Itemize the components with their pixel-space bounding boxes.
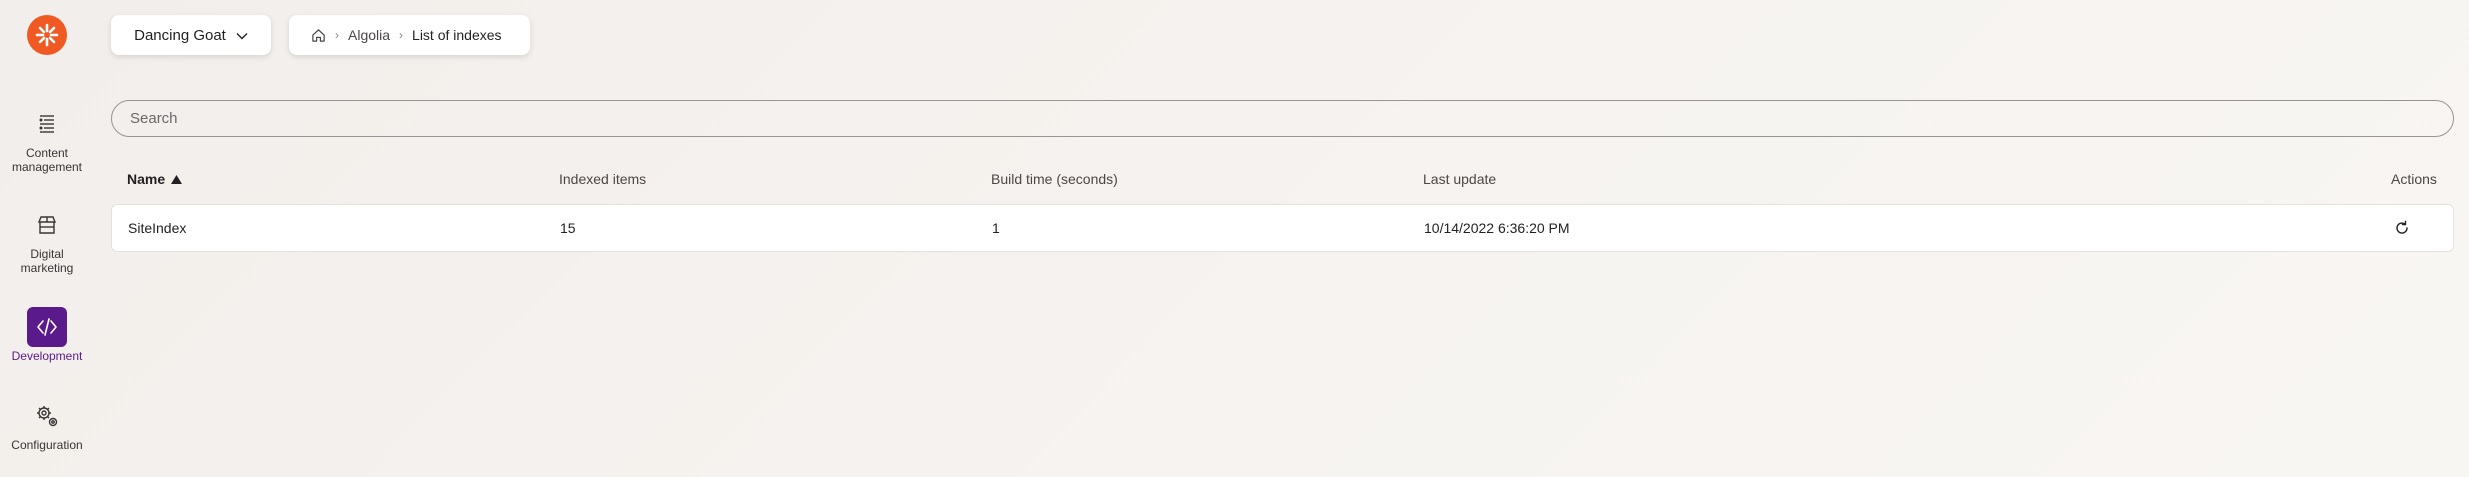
navigation-rail: Content management Digital marketing Dev… xyxy=(0,0,94,477)
rail-item-label: Content xyxy=(25,146,69,160)
site-name: Dancing Goat xyxy=(134,26,226,44)
cell-build-time: 1 xyxy=(992,220,1000,236)
cell-name: SiteIndex xyxy=(128,220,187,236)
home-icon[interactable] xyxy=(311,28,326,43)
breadcrumb-separator-icon: › xyxy=(335,28,339,42)
rail-item-label: Digital xyxy=(30,247,64,261)
cell-indexed-items: 15 xyxy=(560,220,576,236)
rail-item-label: marketing xyxy=(20,261,74,275)
breadcrumb: › Algolia › List of indexes xyxy=(289,15,530,55)
column-header-build-time: Build time (seconds) xyxy=(991,171,1118,187)
search-input[interactable] xyxy=(111,100,2454,137)
refresh-icon[interactable] xyxy=(2391,217,2413,239)
column-header-name[interactable]: Name xyxy=(127,171,183,187)
store-icon xyxy=(27,205,67,245)
rail-item-development[interactable]: Development xyxy=(0,307,94,363)
breadcrumb-item-algolia[interactable]: Algolia xyxy=(348,27,390,43)
site-selector[interactable]: Dancing Goat xyxy=(111,15,271,55)
chevron-down-icon xyxy=(236,27,248,44)
breadcrumb-separator-icon: › xyxy=(399,28,404,42)
rail-item-digital-marketing[interactable]: Digital marketing xyxy=(0,205,94,275)
table-row[interactable]: SiteIndex 15 1 10/14/2022 6:36:20 PM xyxy=(111,204,2454,252)
sort-ascending-icon xyxy=(171,171,183,187)
table-header: Name Indexed items Build time (seconds) … xyxy=(111,168,2454,190)
rail-item-configuration[interactable]: Configuration xyxy=(0,396,94,452)
column-header-last-update: Last update xyxy=(1423,171,1497,187)
content-list-icon xyxy=(27,104,67,144)
rail-item-label: management xyxy=(11,160,83,174)
rail-item-label: Development xyxy=(11,349,83,363)
gears-icon xyxy=(27,396,67,436)
column-header-label: Name xyxy=(127,171,166,187)
breadcrumb-item-current: List of indexes xyxy=(412,27,502,43)
cell-last-update: 10/14/2022 6:36:20 PM xyxy=(1424,220,1570,236)
column-header-indexed-items: Indexed items xyxy=(559,171,647,187)
rail-item-content-management[interactable]: Content management xyxy=(0,104,94,174)
code-icon xyxy=(27,307,67,347)
rail-item-label: Configuration xyxy=(11,438,83,452)
kentico-logo-icon[interactable] xyxy=(27,15,67,55)
column-header-actions: Actions xyxy=(2391,171,2437,187)
